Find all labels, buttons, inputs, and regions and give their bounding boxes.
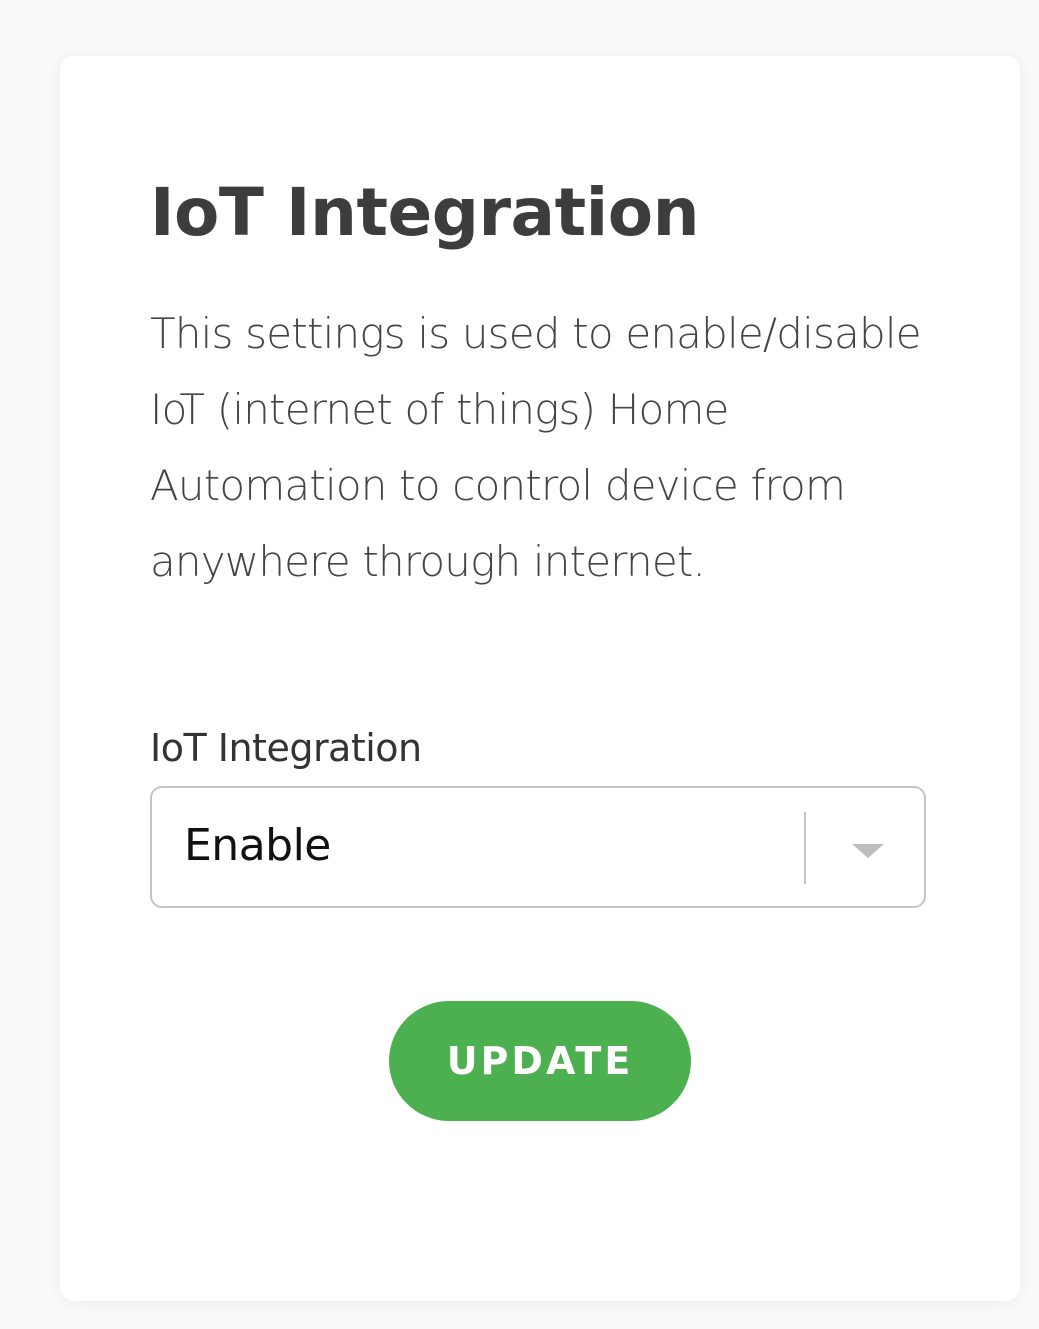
page-title: IoT Integration (150, 174, 700, 251)
iot-settings-card: IoT Integration This settings is used to… (60, 56, 1020, 1301)
description-text: This settings is used to enable/disable … (150, 309, 922, 586)
selected-value: Enable (184, 820, 331, 871)
update-button[interactable]: UPDATE (389, 1001, 691, 1121)
iot-integration-label: IoT Integration (150, 726, 422, 770)
select-divider (804, 812, 806, 884)
chevron-down-icon[interactable] (852, 844, 884, 858)
iot-integration-select[interactable]: Enable (150, 786, 926, 908)
